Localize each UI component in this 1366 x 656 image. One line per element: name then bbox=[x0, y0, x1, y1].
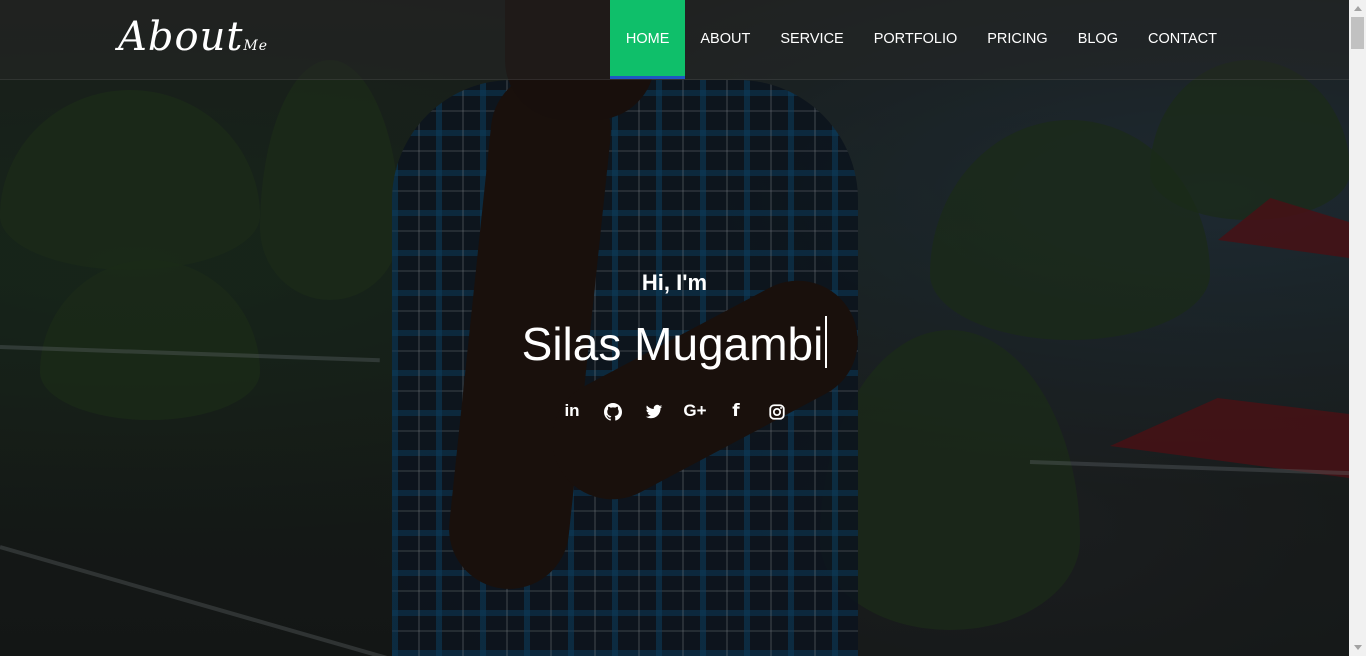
twitter-icon[interactable] bbox=[634, 400, 675, 422]
hero-name: Silas Mugambi bbox=[521, 318, 824, 370]
google-plus-icon[interactable]: G+ bbox=[675, 400, 716, 422]
instagram-icon[interactable] bbox=[757, 400, 798, 422]
hero-section: Hi, I'm Silas Mugambi in G+ f bbox=[0, 0, 1349, 656]
facebook-icon[interactable]: f bbox=[716, 400, 757, 422]
github-icon[interactable] bbox=[593, 400, 634, 422]
linkedin-icon[interactable]: in bbox=[552, 400, 593, 422]
scroll-down-arrow-icon[interactable] bbox=[1349, 639, 1366, 656]
social-links: in G+ f bbox=[0, 400, 1349, 422]
hero-name-wrap: Silas Mugambi bbox=[0, 316, 1349, 371]
scroll-up-arrow-icon[interactable] bbox=[1349, 0, 1366, 17]
typing-caret bbox=[825, 316, 828, 368]
scroll-thumb[interactable] bbox=[1351, 17, 1364, 49]
hero-greeting: Hi, I'm bbox=[641, 270, 708, 295]
page-scrollbar[interactable] bbox=[1349, 0, 1366, 656]
